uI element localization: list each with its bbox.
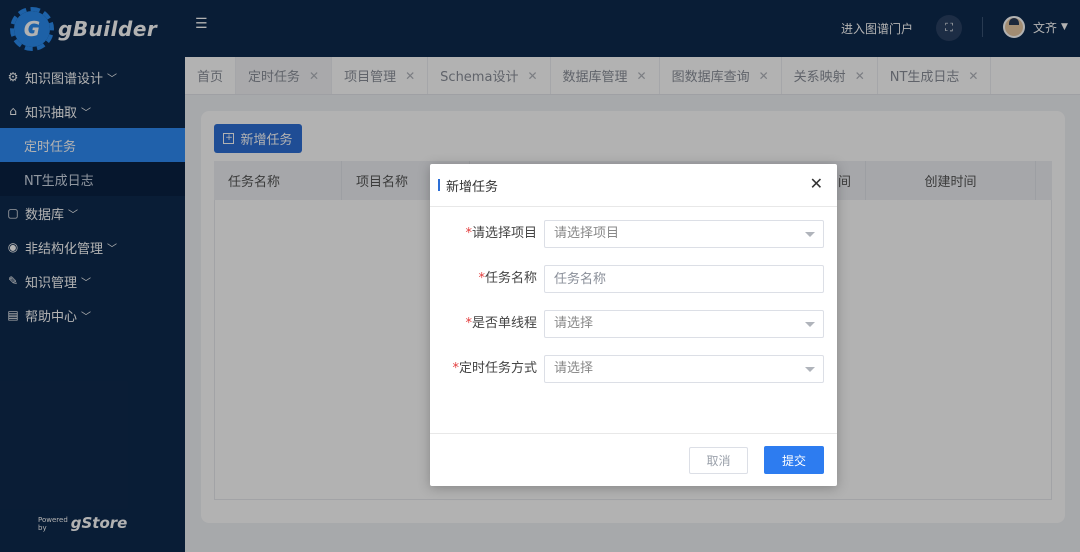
task-name-input[interactable] [544, 265, 824, 293]
submit-button[interactable]: 提交 [764, 446, 824, 474]
dialog-header: 新增任务 ✕ [430, 164, 837, 207]
project-select[interactable]: 请选择项目 [544, 220, 824, 248]
field-label: *定时任务方式 [452, 361, 537, 376]
schedule-mode-select[interactable]: 请选择 [544, 355, 824, 383]
form-row-single-thread: *是否单线程 请选择 [430, 310, 837, 338]
field-label: *是否单线程 [465, 316, 537, 331]
field-label: *任务名称 [478, 271, 537, 286]
caret-down-icon [805, 322, 815, 327]
form-row-project: *请选择项目 请选择项目 [430, 220, 837, 248]
title-accent-bar [438, 179, 440, 191]
field-label: *请选择项目 [465, 226, 537, 241]
add-task-dialog: 新增任务 ✕ *请选择项目 请选择项目 *任务名称 *是否单线程 请选择 *定时… [430, 164, 837, 486]
dialog-title: 新增任务 [446, 179, 499, 195]
form-row-task-name: *任务名称 [430, 265, 837, 293]
dialog-footer: 取消 提交 [430, 433, 837, 486]
single-thread-select[interactable]: 请选择 [544, 310, 824, 338]
caret-down-icon [805, 367, 815, 372]
cancel-button[interactable]: 取消 [689, 447, 748, 474]
caret-down-icon [805, 232, 815, 237]
form-row-schedule-mode: *定时任务方式 请选择 [430, 355, 837, 383]
close-icon[interactable]: ✕ [810, 176, 823, 192]
